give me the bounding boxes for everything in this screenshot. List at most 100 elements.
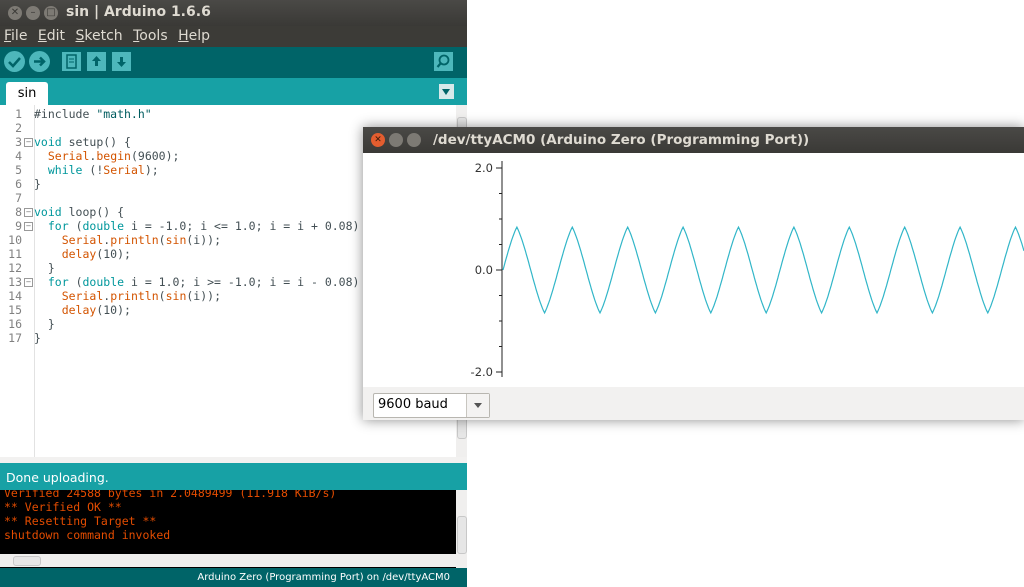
fold-toggle-icon[interactable]: − <box>24 208 33 217</box>
code-line[interactable]: void loop() { <box>34 205 124 219</box>
code-token: void <box>34 205 62 219</box>
code-line[interactable]: for (double i = 1.0; i >= -1.0; i = i - … <box>34 275 373 289</box>
menu-bar: File Edit Sketch Tools Help <box>0 26 467 47</box>
code-token: setup() { <box>61 135 131 149</box>
code-token: (10); <box>96 303 131 317</box>
baud-rate-select[interactable]: 9600 baud <box>373 393 490 418</box>
code-line[interactable]: while (!Serial); <box>34 163 159 177</box>
code-token: Serial <box>103 163 145 177</box>
magnifier-icon <box>436 54 450 68</box>
toolbar <box>0 47 467 78</box>
code-line[interactable]: for (double i = -1.0; i <= 1.0; i = i + … <box>34 219 373 233</box>
code-token: } <box>34 177 41 191</box>
minimize-window-button[interactable]: – <box>26 6 40 20</box>
console-vertical-scrollbar[interactable] <box>456 490 467 568</box>
code-token: (10); <box>96 247 131 261</box>
close-plotter-button[interactable]: ✕ <box>371 133 385 147</box>
code-line[interactable]: } <box>34 317 55 331</box>
fold-toggle-icon[interactable]: − <box>24 138 33 147</box>
code-line[interactable]: Serial.println(sin(i)); <box>34 289 221 303</box>
code-token: (9600); <box>130 149 180 163</box>
code-line[interactable]: void setup() { <box>34 135 131 149</box>
serial-plotter-window: ✕ /dev/ttyACM0 (Arduino Zero (Programmin… <box>363 127 1024 420</box>
serial-monitor-button[interactable] <box>434 52 453 71</box>
code-token: ( <box>68 275 83 289</box>
save-sketch-button[interactable] <box>112 52 131 71</box>
code-line[interactable]: #include "math.h" <box>34 107 152 121</box>
code-line[interactable]: delay(10); <box>34 247 131 261</box>
scrollbar-thumb[interactable] <box>457 516 467 554</box>
code-token: "math.h" <box>96 107 152 121</box>
code-token: begin <box>96 149 131 163</box>
code-token: loop() { <box>61 205 125 219</box>
arrow-right-icon <box>34 56 46 67</box>
code-line[interactable]: } <box>34 177 41 191</box>
code-token: Serial <box>61 289 104 303</box>
line-number: 3 <box>15 135 22 149</box>
line-number: 1 <box>15 107 22 121</box>
line-number: 15 <box>8 303 22 317</box>
code-token: println <box>110 233 159 247</box>
code-line[interactable]: Serial.println(sin(i)); <box>34 233 221 247</box>
ide-titlebar: ✕ – □ sin | Arduino 1.6.6 <box>0 0 467 26</box>
code-token: ); <box>144 163 159 177</box>
code-token: } <box>34 261 55 275</box>
new-file-icon <box>66 54 77 69</box>
code-token: println <box>110 289 159 303</box>
tab-menu-button[interactable] <box>439 84 454 99</box>
arrow-up-icon <box>92 56 101 66</box>
line-number-gutter: 1 2 3−4 5 6 7 8−9−10 11 12 13−14 15 16 17 <box>0 105 35 457</box>
maximize-plotter-button[interactable] <box>407 133 421 147</box>
y-axis: 2.0 0.0 -2.0 <box>471 161 503 379</box>
close-icon: ✕ <box>374 135 382 145</box>
chevron-down-icon[interactable] <box>466 394 489 417</box>
code-token: void <box>34 135 62 149</box>
line-number: 8 <box>15 205 22 219</box>
maximize-window-button[interactable]: □ <box>44 6 58 20</box>
code-line[interactable]: Serial.begin(9600); <box>34 149 180 163</box>
plotter-bottom-bar: 9600 baud <box>363 387 1024 420</box>
code-token: #include <box>34 107 97 121</box>
code-line[interactable]: delay(10); <box>34 303 131 317</box>
menu-edit[interactable]: Edit <box>38 26 65 47</box>
menu-sketch[interactable]: Sketch <box>75 26 122 47</box>
code-token: ( <box>68 219 83 233</box>
code-line[interactable]: } <box>34 261 55 275</box>
minimize-plotter-button[interactable] <box>389 133 403 147</box>
menu-help[interactable]: Help <box>178 26 210 47</box>
code-token: for <box>47 219 69 233</box>
code-token: Serial <box>61 233 104 247</box>
window-title: sin | Arduino 1.6.6 <box>66 4 211 20</box>
line-number: 13 <box>8 275 22 289</box>
tab-sin[interactable]: sin <box>6 82 48 105</box>
status-bar: Done uploading. <box>0 463 467 490</box>
new-sketch-button[interactable] <box>62 52 81 71</box>
menu-file[interactable]: File <box>4 26 27 47</box>
code-line[interactable]: } <box>34 331 41 345</box>
line-number: 16 <box>8 317 22 331</box>
line-number: 7 <box>15 191 22 205</box>
fold-toggle-icon[interactable]: − <box>24 222 33 231</box>
upload-button[interactable] <box>29 51 50 72</box>
sine-chart: 2.0 0.0 -2.0 <box>471 161 1024 379</box>
scrollbar-thumb[interactable] <box>13 556 41 566</box>
code-token: (! <box>82 163 104 177</box>
fold-toggle-icon[interactable]: − <box>24 278 33 287</box>
line-number: 9 <box>15 219 22 233</box>
code-token: i = 1.0; i >= -1.0; i = i - 0.08) { <box>124 275 374 289</box>
line-number: 4 <box>15 149 22 163</box>
verify-button[interactable] <box>4 51 25 72</box>
close-window-button[interactable]: ✕ <box>8 6 22 20</box>
y-tick-label: 2.0 <box>475 161 493 175</box>
open-sketch-button[interactable] <box>87 52 106 71</box>
line-number: 2 <box>15 121 22 135</box>
menu-tools[interactable]: Tools <box>133 26 168 47</box>
code-token: (i)); <box>186 233 221 247</box>
console-horizontal-scrollbar[interactable] <box>0 554 456 567</box>
console-line: ** Resetting Target ** <box>4 514 157 528</box>
